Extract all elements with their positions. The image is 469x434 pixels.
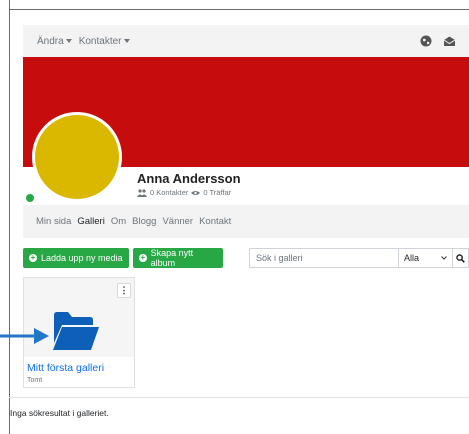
navbar-icons (419, 34, 456, 48)
gallery-title[interactable]: Mitt första galleri (27, 362, 104, 374)
gallery-search: Sök i galleri Alla (249, 248, 469, 268)
create-album-button[interactable]: + Skapa nytt album (133, 248, 223, 268)
profile-name: Anna Andersson (137, 171, 241, 186)
online-status-icon (26, 194, 34, 202)
upload-media-button[interactable]: + Ladda upp ny media (23, 248, 129, 268)
menu-andra-label: Ändra (37, 35, 64, 47)
tab-om[interactable]: Om (111, 216, 126, 227)
search-icon (456, 253, 465, 263)
upload-media-label: Ladda upp ny media (41, 253, 123, 263)
menu-andra[interactable]: Ändra (37, 36, 72, 47)
chevron-down-icon (441, 256, 447, 260)
page-frame-left (9, 0, 10, 434)
plus-circle-icon: + (29, 253, 37, 262)
gallery-subtitle: Tomt (27, 377, 43, 384)
folder-open-icon (53, 312, 99, 350)
top-navbar: Ändra Kontakter (23, 25, 469, 57)
tab-blogg[interactable]: Blogg (132, 216, 156, 227)
search-button[interactable] (453, 248, 469, 268)
contacts-count: 0 Kontakter (150, 188, 189, 197)
profile-tabs: Min sida Galleri Om Blogg Vänner Kontakt (23, 205, 469, 238)
empty-results-message: Inga sökresultat i galleriet. (10, 408, 109, 418)
menu-kontakter-label: Kontakter (78, 35, 122, 47)
page-frame-top (9, 9, 469, 10)
inbox-icon[interactable] (442, 34, 456, 48)
search-input[interactable]: Sök i galleri (249, 248, 399, 268)
tab-min-sida[interactable]: Min sida (36, 216, 71, 227)
search-scope-select[interactable]: Alla (399, 248, 453, 268)
menu-kontakter[interactable]: Kontakter (79, 36, 130, 47)
divider (9, 397, 469, 398)
caret-down-icon (123, 39, 130, 43)
users-icon (137, 188, 147, 197)
tab-kontakt[interactable]: Kontakt (199, 216, 231, 227)
tab-vanner[interactable]: Vänner (162, 216, 193, 227)
tab-galleri[interactable]: Galleri (77, 216, 104, 227)
plus-circle-icon: + (139, 253, 147, 262)
eye-icon (191, 190, 201, 195)
hits-count: 0 Träffar (203, 188, 232, 197)
caret-down-icon (65, 39, 72, 43)
profile-stats: 0 Kontakter 0 Träffar (137, 188, 231, 197)
create-album-label: Skapa nytt album (150, 248, 194, 268)
globe-icon[interactable] (419, 34, 433, 48)
avatar[interactable] (32, 112, 122, 202)
search-scope-value: Alla (404, 253, 420, 263)
arrow-right-icon (0, 328, 49, 344)
card-menu-button[interactable]: ⋮ (117, 283, 131, 298)
